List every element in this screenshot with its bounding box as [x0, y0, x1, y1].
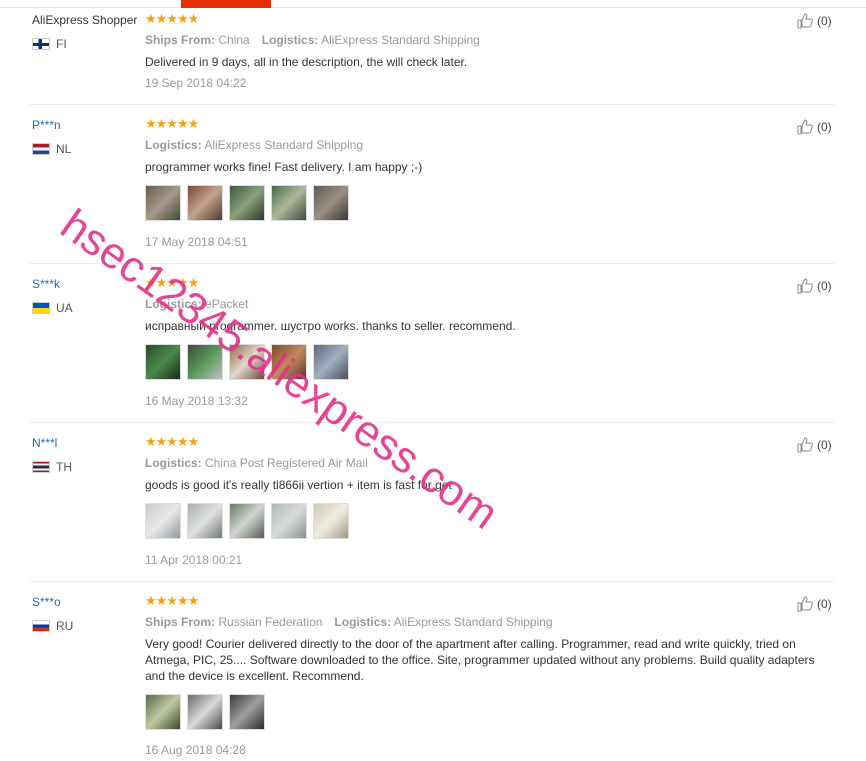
helpful-count: (0) [817, 120, 832, 134]
review-photo[interactable] [187, 185, 223, 221]
logistics-value: ePacket [205, 297, 249, 311]
country-code: NL [56, 142, 72, 156]
review-photo[interactable] [145, 185, 181, 221]
netherlands-flag-icon [32, 143, 50, 155]
finland-flag-icon [32, 38, 50, 50]
review-date: 19 Sep 2018 04:22 [145, 76, 247, 90]
reviewer-name[interactable]: S***o [32, 595, 61, 609]
thumbs-up-icon [797, 437, 813, 453]
rating-stars: ★★★★★ [145, 593, 199, 608]
country-code: RU [56, 619, 74, 633]
rating-stars: ★★★★★ [145, 275, 199, 290]
shipping-info: Ships From: Russian Federation Logistics:… [145, 615, 553, 629]
tab-bar-line [0, 7, 866, 8]
review-photos [145, 694, 265, 730]
shipping-info: Ships From: China Logistics: AliExpress S… [145, 33, 480, 47]
logistics-value: AliExpress Standard Shipping [393, 615, 553, 629]
rating-stars: ★★★★★ [145, 11, 199, 26]
helpful-button[interactable]: (0) [796, 436, 832, 454]
shipping-info: Logistics: AliExpress Standard Shipping [145, 138, 363, 152]
review-text: исправный programmer. шустро works. than… [145, 319, 516, 333]
ships-from-label: Ships From: [145, 615, 216, 629]
review-photos [145, 503, 349, 539]
logistics-label: Logistics: [145, 297, 202, 311]
ships-from-label: Ships From: [145, 33, 216, 47]
logistics-label: Logistics: [261, 33, 319, 47]
review-divider [30, 581, 834, 582]
country-code: FI [56, 37, 67, 51]
country-code: UA [56, 301, 73, 315]
review-divider [30, 422, 834, 423]
ukraine-flag-icon [32, 302, 50, 314]
review-photo[interactable] [271, 185, 307, 221]
reviewer-country: TH [32, 460, 72, 474]
review-photo[interactable] [229, 344, 265, 380]
review-text: goods is good it's really tl866ii vertio… [145, 478, 452, 492]
thumbs-up-icon [797, 596, 813, 612]
review-text: programmer works fine! Fast delivery. I … [145, 160, 423, 174]
reviewer-country: RU [32, 619, 73, 633]
review-date: 16 Aug 2018 04:28 [145, 743, 246, 757]
helpful-count: (0) [817, 597, 832, 611]
logistics-value: AliExpress Standard Shipping [204, 138, 364, 152]
review-date: 16 May 2018 13:32 [145, 394, 248, 408]
review-photo[interactable] [313, 503, 349, 539]
thumbs-up-icon [797, 119, 813, 135]
helpful-button[interactable]: (0) [796, 118, 832, 136]
thumbs-up-icon [797, 13, 813, 29]
helpful-button[interactable]: (0) [796, 12, 832, 30]
review-divider [30, 104, 834, 105]
review-text: Very good! Courier delivered directly to… [145, 637, 815, 683]
thailand-flag-icon [32, 461, 50, 473]
review-divider [30, 263, 834, 264]
review-date: 11 Apr 2018 00:21 [145, 553, 243, 567]
review-photo[interactable] [271, 344, 307, 380]
review-photo[interactable] [313, 185, 349, 221]
rating-stars: ★★★★★ [145, 116, 199, 131]
helpful-count: (0) [817, 14, 832, 28]
review-text: Delivered in 9 days, all in the descript… [145, 55, 468, 69]
active-tab-indicator[interactable] [181, 0, 271, 8]
logistics-label: Logistics: [145, 138, 202, 152]
reviewer-country: FI [32, 37, 67, 51]
shipping-info: Logistics: China Post Registered Air Mai… [145, 456, 368, 470]
logistics-value: China Post Registered Air Mail [205, 456, 368, 470]
shipping-info: Logistics: ePacket [145, 297, 248, 311]
review-photo[interactable] [187, 694, 223, 730]
helpful-count: (0) [817, 438, 832, 452]
review-photo[interactable] [271, 503, 307, 539]
review-photo[interactable] [229, 694, 265, 730]
reviewer-name[interactable]: P***n [32, 118, 61, 132]
review-photo[interactable] [145, 503, 181, 539]
review-date: 17 May 2018 04:51 [145, 235, 248, 249]
review-photo[interactable] [145, 344, 181, 380]
top-tab-bar [0, 0, 866, 8]
russia-flag-icon [32, 620, 50, 632]
review-photo[interactable] [229, 185, 265, 221]
review-photos [145, 185, 349, 221]
helpful-button[interactable]: (0) [796, 277, 832, 295]
helpful-button[interactable]: (0) [796, 595, 832, 613]
reviewer-country: UA [32, 301, 73, 315]
review-photo[interactable] [187, 503, 223, 539]
review-photo[interactable] [187, 344, 223, 380]
review-photo[interactable] [229, 503, 265, 539]
reviewer-country: NL [32, 142, 71, 156]
ships-from-value: China [218, 33, 250, 47]
thumbs-up-icon [797, 278, 813, 294]
reviewer-name[interactable]: S***k [32, 277, 60, 291]
logistics-label: Logistics: [145, 456, 202, 470]
review-photo[interactable] [313, 344, 349, 380]
country-code: TH [56, 460, 72, 474]
review-photos [145, 344, 349, 380]
review-photo[interactable] [145, 694, 181, 730]
logistics-value: AliExpress Standard Shipping [321, 33, 480, 47]
logistics-label: Logistics: [334, 615, 392, 629]
helpful-count: (0) [817, 279, 832, 293]
reviewer-name[interactable]: N***l [32, 436, 57, 450]
reviewer-name: AliExpress Shopper [32, 13, 138, 27]
rating-stars: ★★★★★ [145, 434, 199, 449]
ships-from-value: Russian Federation [218, 615, 323, 629]
